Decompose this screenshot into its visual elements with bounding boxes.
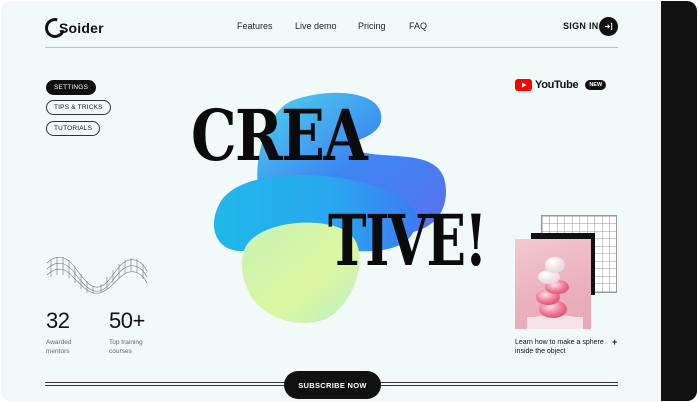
sign-in-button[interactable] (599, 17, 618, 36)
nav-item-faq[interactable]: FAQ (409, 21, 427, 31)
sign-in-link[interactable]: SIGN IN (563, 21, 599, 31)
new-badge: NEW (585, 80, 607, 90)
expand-plus-button[interactable]: + (612, 337, 617, 347)
card-caption: Learn how to make a sphere inside the ob… (515, 339, 604, 355)
brand-name: Soider (59, 20, 104, 36)
side-panel-edge (661, 1, 697, 401)
youtube-badge[interactable]: YouTube NEW (515, 79, 607, 91)
landing-page: Soider Features Live demo Pricing FAQ SI… (1, 1, 661, 401)
youtube-wordmark: YouTube (535, 79, 579, 91)
pink-sculpture-render (527, 257, 583, 329)
nav-item-pricing[interactable]: Pricing (358, 21, 386, 31)
wireframe-spiral-illustration (46, 256, 148, 294)
subscribe-button[interactable]: SUBSCRIBE NOW (284, 371, 381, 399)
pill-tutorials[interactable]: TUTORIALS (46, 121, 101, 136)
nav-item-live-demo[interactable]: Live demo (295, 21, 337, 31)
youtube-play-icon (515, 79, 532, 91)
nav-item-features[interactable]: Features (237, 21, 273, 31)
brand-logo[interactable]: Soider (41, 14, 104, 42)
stat-mentors-value: 32 (46, 308, 70, 333)
sign-in-arrow-icon (604, 22, 613, 31)
stat-mentors-label: Awarded mentors (46, 339, 72, 355)
hero-title-line-2: TIVE! (328, 199, 487, 282)
pill-settings[interactable]: SETTINGS (46, 80, 97, 95)
stat-courses-value: 50+ (109, 308, 145, 333)
sphere-render-image[interactable] (515, 239, 591, 329)
stat-courses-label: Top training courses (109, 339, 143, 355)
app-window: Soider Features Live demo Pricing FAQ SI… (0, 0, 698, 402)
logo-mark-icon (41, 14, 69, 42)
hero-title-line-1: CREA (191, 94, 368, 177)
pill-tips-tricks[interactable]: TIPS & TRICKS (46, 100, 111, 115)
header-divider (45, 47, 618, 48)
